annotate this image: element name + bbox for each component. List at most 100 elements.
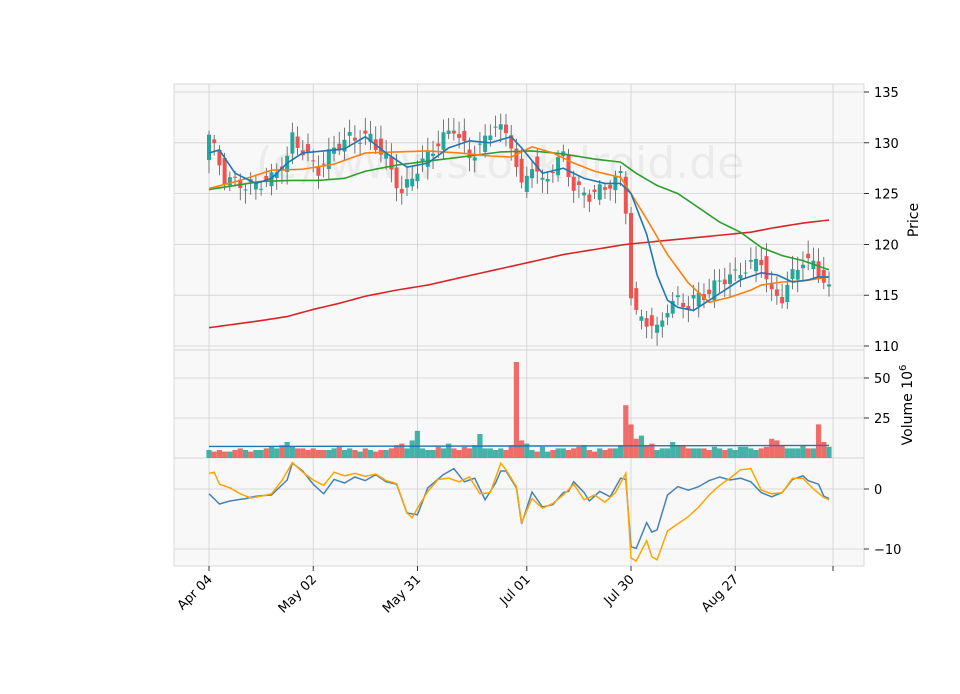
- candle-body: [222, 157, 227, 185]
- candle-body: [800, 264, 805, 269]
- volume-bar: [362, 448, 368, 458]
- volume-bar: [612, 448, 618, 458]
- candle-body: [644, 318, 649, 327]
- x-tick-label: Aug 27: [699, 572, 742, 615]
- volume-bar: [779, 445, 785, 458]
- candle-body: [774, 289, 779, 296]
- candle-body: [665, 313, 670, 318]
- candle-body: [764, 256, 769, 280]
- volume-bar: [248, 451, 254, 458]
- volume-bar: [545, 451, 551, 458]
- price-tick-label: 125: [874, 188, 899, 203]
- volume-bar: [529, 450, 535, 458]
- volume-bar: [633, 438, 639, 458]
- candle-body: [733, 269, 738, 271]
- volume-bar: [763, 446, 770, 458]
- candle-body: [436, 143, 441, 147]
- price-axis-label: Price: [906, 203, 922, 237]
- volume-bar: [503, 450, 509, 458]
- candle-body: [399, 188, 404, 194]
- candle-body: [363, 130, 368, 134]
- volume-bar: [263, 448, 269, 458]
- candle-body: [759, 259, 764, 266]
- volume-bar: [664, 448, 671, 458]
- candle-body: [207, 134, 211, 161]
- candle-body: [743, 272, 748, 274]
- candle-body: [566, 155, 571, 178]
- volume-bar: [227, 451, 233, 458]
- candle-body: [597, 184, 602, 200]
- candle-body: [634, 288, 639, 310]
- volume-bar: [461, 446, 467, 458]
- volume-bar: [211, 451, 217, 458]
- volume-bar: [586, 450, 592, 458]
- volume-bar: [711, 446, 717, 458]
- candle-body: [754, 258, 759, 272]
- volume-bar: [753, 450, 759, 458]
- volume-bar: [435, 446, 441, 458]
- macd-tick-label: −10: [874, 543, 901, 558]
- candle-body: [769, 284, 774, 290]
- volume-bar: [571, 448, 577, 458]
- volume-bar: [258, 450, 264, 458]
- volume-bar: [253, 450, 259, 458]
- chart-svg: 110 115 120 125 130 135 25 50 −10 0 Price Volume 10…: [173, 83, 922, 616]
- candle-body: [472, 157, 477, 161]
- price-tick-label: 130: [874, 137, 899, 152]
- volume-bar: [378, 450, 384, 458]
- volume-bar: [758, 448, 764, 458]
- candle-body: [358, 142, 363, 144]
- volume-bar: [310, 448, 316, 458]
- volume-ma-line: [208, 444, 830, 448]
- volume-bar: [508, 445, 514, 458]
- volume-bar: [420, 448, 426, 458]
- candle-body: [540, 177, 545, 180]
- candle-body: [212, 139, 217, 144]
- candle-body: [576, 181, 581, 185]
- volume-bar: [576, 446, 582, 458]
- volume-bar: [784, 448, 790, 458]
- volume-axis-label: Volume 106: [898, 365, 916, 446]
- volume-bar: [539, 446, 546, 458]
- volume-bar: [675, 445, 681, 458]
- volume-bar: [555, 448, 561, 458]
- candle-body: [717, 280, 722, 282]
- candle-body: [420, 158, 425, 162]
- volume-bar: [498, 448, 504, 458]
- volume-bar: [732, 450, 738, 458]
- candle-body: [305, 144, 310, 153]
- volume-bar: [769, 438, 775, 458]
- volume-bar: [560, 448, 566, 458]
- volume-bar: [492, 450, 499, 458]
- volume-bar: [727, 448, 733, 458]
- x-tick-label: Apr 04: [175, 572, 216, 613]
- candle-body: [233, 176, 238, 178]
- volume-bar: [628, 424, 634, 458]
- volume-bar: [800, 445, 806, 458]
- candle-body: [660, 320, 665, 327]
- candle-body: [404, 179, 409, 188]
- volume-bar: [367, 450, 374, 458]
- candle-body: [243, 189, 248, 191]
- volume-bar: [289, 446, 295, 458]
- volume-bar: [373, 451, 379, 458]
- candle-body: [649, 315, 654, 326]
- volume-bar: [482, 448, 488, 458]
- candle-body: [587, 194, 592, 202]
- volume-bar: [274, 448, 280, 458]
- candle-body: [556, 157, 561, 176]
- volume-bar: [805, 448, 811, 458]
- candle-body: [780, 296, 785, 304]
- volume-bar: [597, 448, 603, 458]
- volume-bar: [826, 446, 832, 458]
- price-tick-label: 110: [874, 340, 899, 355]
- volume-bar: [466, 448, 473, 458]
- volume-bar: [409, 440, 415, 458]
- candle-body: [446, 130, 451, 134]
- volume-bar: [696, 448, 702, 458]
- volume-bar: [701, 448, 707, 458]
- candle-body: [441, 132, 446, 150]
- candle-body: [675, 295, 680, 298]
- macd-panel: [173, 457, 865, 567]
- volume-bar: [472, 445, 478, 458]
